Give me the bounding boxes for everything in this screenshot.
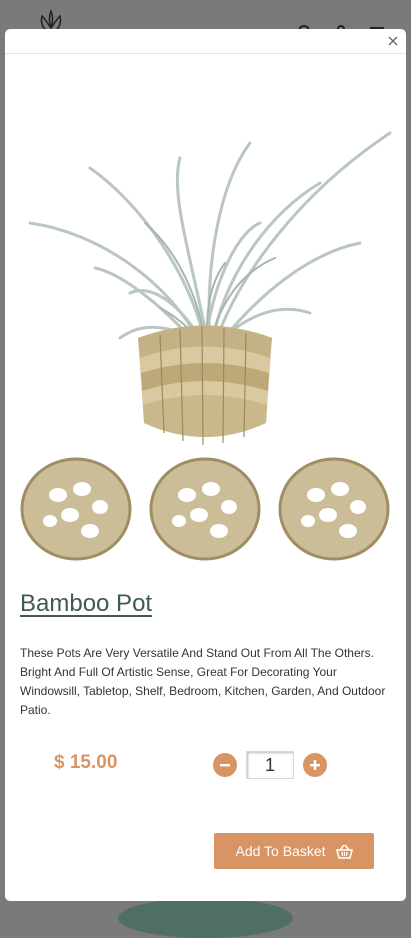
product-thumbnails (20, 455, 405, 565)
basket-icon (335, 844, 353, 859)
background-product-image (118, 898, 293, 938)
plus-icon (310, 760, 320, 770)
product-price: $ 15.00 (54, 752, 118, 773)
product-title[interactable]: Bamboo Pot (20, 590, 152, 618)
minus-icon (220, 764, 230, 767)
add-to-basket-label: Add To Basket (235, 843, 326, 859)
product-main-image[interactable] (20, 73, 395, 453)
product-thumbnail[interactable] (278, 455, 390, 563)
product-thumbnail[interactable] (149, 455, 261, 563)
quantity-input[interactable] (246, 751, 294, 779)
product-thumbnail[interactable] (20, 455, 132, 563)
quick-view-modal: Bamboo Pot These Pots Are Very Versatile… (5, 29, 406, 901)
quantity-stepper (213, 751, 327, 779)
increase-quantity-button[interactable] (303, 753, 327, 777)
modal-top-bar (5, 29, 406, 54)
add-to-basket-button[interactable]: Add To Basket (214, 833, 374, 869)
decrease-quantity-button[interactable] (213, 753, 237, 777)
close-icon[interactable] (386, 34, 400, 48)
product-description: These Pots Are Very Versatile And Stand … (20, 646, 386, 717)
